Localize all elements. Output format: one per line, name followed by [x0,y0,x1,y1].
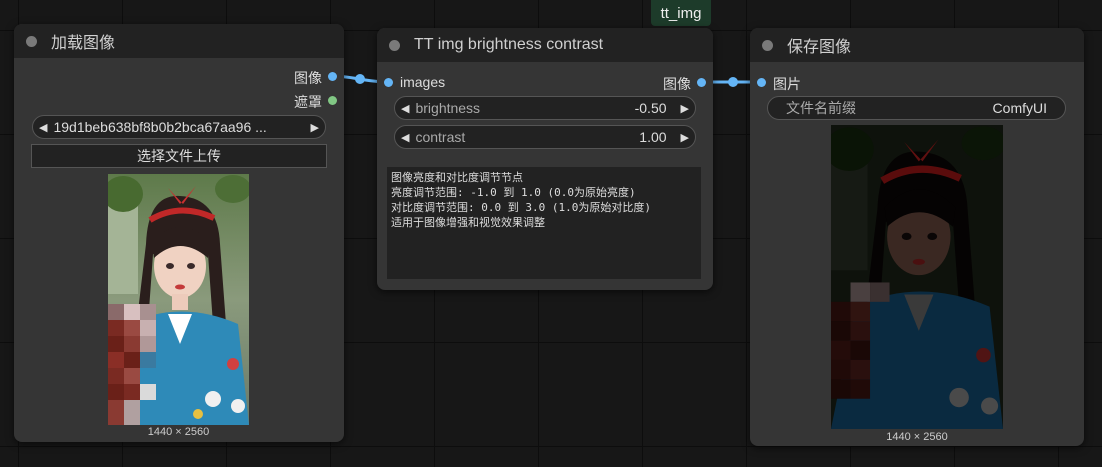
file-select-value: 19d1beb638bf8b0b2bca67aa96 ... [53,119,267,135]
image-size-caption: 1440 × 2560 [886,431,948,443]
next-arrow-icon[interactable]: ▶ [305,121,325,134]
image-size-caption: 1440 × 2560 [147,426,210,438]
description-textarea[interactable]: 图像亮度和对比度调节节点 亮度调节范围: -1.0 到 1.0 (0.0为原始亮… [387,167,701,279]
input-label-image: 图片 [773,76,801,92]
decrement-arrow-icon[interactable]: ◀ [395,131,415,144]
brightness-value: -0.50 [634,100,667,116]
node-header[interactable]: 加载图像 [14,24,344,58]
filename-prefix-label: 文件名前缀 [786,100,856,116]
increment-arrow-icon[interactable]: ▶ [667,102,695,115]
output-slot-image[interactable] [697,78,706,87]
node-title: 保存图像 [787,39,852,56]
loaded-image-preview [108,174,249,425]
photo-svg [108,174,249,425]
contrast-label: contrast [415,129,466,145]
decrement-arrow-icon[interactable]: ◀ [395,102,415,115]
brightness-label: brightness [415,100,481,116]
increment-arrow-icon[interactable]: ▶ [667,131,695,144]
node-header[interactable]: 保存图像 [750,28,1084,62]
link-midpoint [728,77,738,87]
file-select[interactable]: ◀ 19d1beb638bf8b0b2bca67aa96 ... ▶ [32,115,326,139]
saved-image-preview [831,125,1003,429]
photo-svg [831,125,1003,429]
collapse-dot-icon[interactable] [762,39,773,51]
output-label-image: 图像 [294,70,322,86]
prev-arrow-icon[interactable]: ◀ [33,121,53,134]
node-header[interactable]: TT img brightness contrast [377,28,713,62]
node-title: 加载图像 [51,35,116,52]
output-slot-mask[interactable] [328,96,337,105]
save-image-node[interactable]: 保存图像 图片 文件名前缀 ComfyUI 1440 × 2560 [750,28,1084,446]
filename-prefix-field[interactable]: 文件名前缀 ComfyUI [767,96,1066,120]
output-label-mask: 遮罩 [294,94,322,110]
brightness-contrast-node[interactable]: TT img brightness contrast images 图像 ◀ b… [377,28,713,290]
contrast-value: 1.00 [639,129,667,145]
brightness-slider[interactable]: ◀ brightness -0.50 ▶ [394,96,696,120]
collapse-dot-icon[interactable] [389,39,400,51]
upload-button[interactable]: 选择文件上传 [31,144,327,168]
link-midpoint [355,74,365,84]
input-label-images: images [400,74,446,90]
input-slot-images[interactable] [384,78,393,87]
load-image-node[interactable]: 加载图像 图像 遮罩 ◀ 19d1beb638bf8b0b2bca67aa96 … [14,24,344,442]
node-title: TT img brightness contrast [414,36,604,53]
output-slot-image[interactable] [328,72,337,81]
output-label-image: 图像 [663,76,691,92]
filename-prefix-value: ComfyUI [992,100,1047,116]
collapse-dot-icon[interactable] [26,35,37,47]
contrast-slider[interactable]: ◀ contrast 1.00 ▶ [394,125,696,149]
input-slot-image[interactable] [757,78,766,87]
